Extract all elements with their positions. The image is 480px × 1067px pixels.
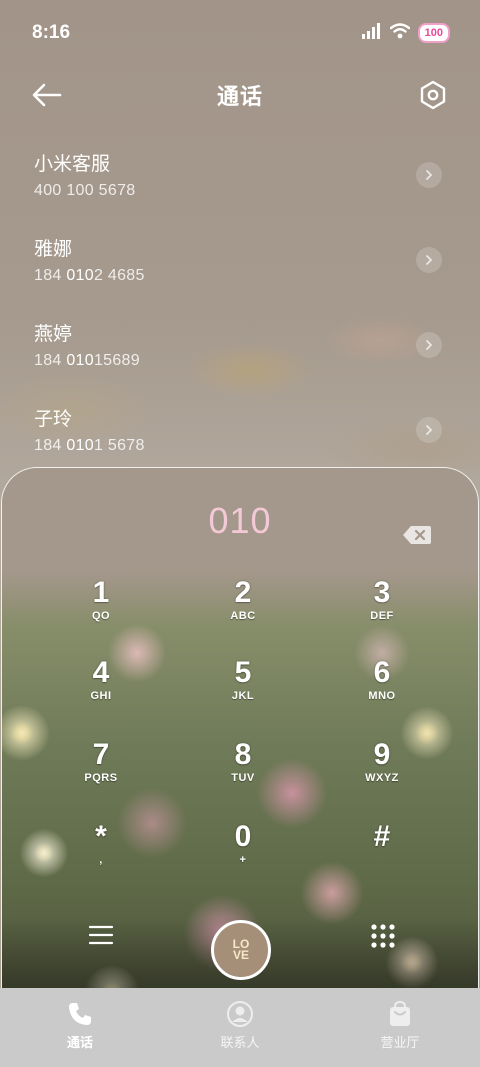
- key-0[interactable]: 0 +: [193, 820, 293, 890]
- back-arrow-icon: [32, 83, 62, 107]
- key-2[interactable]: 2 ABC: [193, 576, 293, 646]
- bag-icon: [390, 1000, 410, 1026]
- contact-name: 子玲: [34, 408, 73, 430]
- dialed-number: 010: [208, 499, 272, 541]
- chevron-right-icon: [426, 340, 433, 350]
- chevron-right-icon: [426, 255, 433, 265]
- key-star[interactable]: * ,: [51, 820, 151, 890]
- contact-item[interactable]: 雅娜 184 0102 4685: [0, 218, 480, 303]
- key-8[interactable]: 8 TUV: [193, 738, 293, 808]
- contact-number: 184 01015689: [34, 352, 140, 369]
- header: 通话: [0, 70, 480, 120]
- contact-number: 400 100 5678: [34, 182, 136, 199]
- status-icons: 100: [361, 23, 450, 43]
- dialer-panel: 010 1 QO 2 ABC 3 DEF 4 GHI 5 JKL 6 MNO 7…: [1, 467, 479, 1007]
- keypad-toggle-button[interactable]: [370, 923, 396, 949]
- backspace-icon: [403, 526, 431, 544]
- phone-icon: [69, 1003, 91, 1025]
- gear-icon: [420, 80, 446, 110]
- settings-button[interactable]: [416, 78, 450, 112]
- status-bar: 8:16 100: [0, 0, 480, 66]
- person-icon: [227, 1001, 253, 1027]
- key-1[interactable]: 1 QO: [51, 576, 151, 646]
- dial-display: 010: [2, 468, 478, 573]
- key-4[interactable]: 4 GHI: [51, 656, 151, 726]
- status-time: 8:16: [32, 22, 71, 43]
- wifi-icon: [389, 23, 410, 43]
- contact-detail-button[interactable]: [416, 417, 442, 443]
- key-6[interactable]: 6 MNO: [332, 656, 432, 726]
- contact-item[interactable]: 燕婷 184 01015689: [0, 303, 480, 388]
- key-3[interactable]: 3 DEF: [332, 576, 432, 646]
- call-label-bottom: VE: [232, 948, 249, 962]
- key-5[interactable]: 5 JKL: [193, 656, 293, 726]
- call-button[interactable]: LO VE: [211, 920, 271, 980]
- voicemail-icon: QO: [91, 610, 111, 622]
- tab-calls[interactable]: 通话: [20, 1000, 140, 1051]
- backspace-button[interactable]: [402, 524, 432, 546]
- key-9[interactable]: 9 WXYZ: [332, 738, 432, 808]
- hamburger-icon: [88, 925, 114, 945]
- chevron-right-icon: [426, 170, 433, 180]
- key-7[interactable]: 7 PQRS: [51, 738, 151, 808]
- tab-service-hall[interactable]: 营业厅: [340, 1000, 460, 1051]
- chevron-right-icon: [426, 425, 433, 435]
- contact-item[interactable]: 小米客服 400 100 5678: [0, 133, 480, 218]
- contact-detail-button[interactable]: [416, 247, 442, 273]
- tab-contacts[interactable]: 联系人: [180, 1000, 300, 1051]
- contact-name: 雅娜: [34, 238, 73, 260]
- key-hash[interactable]: #: [332, 820, 432, 890]
- contact-name: 小米客服: [34, 153, 111, 175]
- contact-number: 184 0101 5678: [34, 437, 145, 454]
- contact-list: 小米客服 400 100 5678 雅娜 184 0102 4685 燕婷 18…: [0, 133, 480, 473]
- back-button[interactable]: [30, 80, 64, 110]
- contact-item[interactable]: 子玲 184 0101 5678: [0, 388, 480, 473]
- signal-icon: [361, 23, 382, 43]
- contact-detail-button[interactable]: [416, 332, 442, 358]
- contact-number: 184 0102 4685: [34, 267, 145, 284]
- contact-name: 燕婷: [34, 323, 73, 345]
- contact-detail-button[interactable]: [416, 162, 442, 188]
- page-title: 通话: [216, 85, 263, 110]
- bottom-tab-bar: 通话 联系人 营业厅: [0, 988, 480, 1067]
- battery-indicator: 100: [417, 23, 450, 43]
- menu-button[interactable]: [88, 924, 114, 946]
- grid-dots-icon: [371, 924, 395, 948]
